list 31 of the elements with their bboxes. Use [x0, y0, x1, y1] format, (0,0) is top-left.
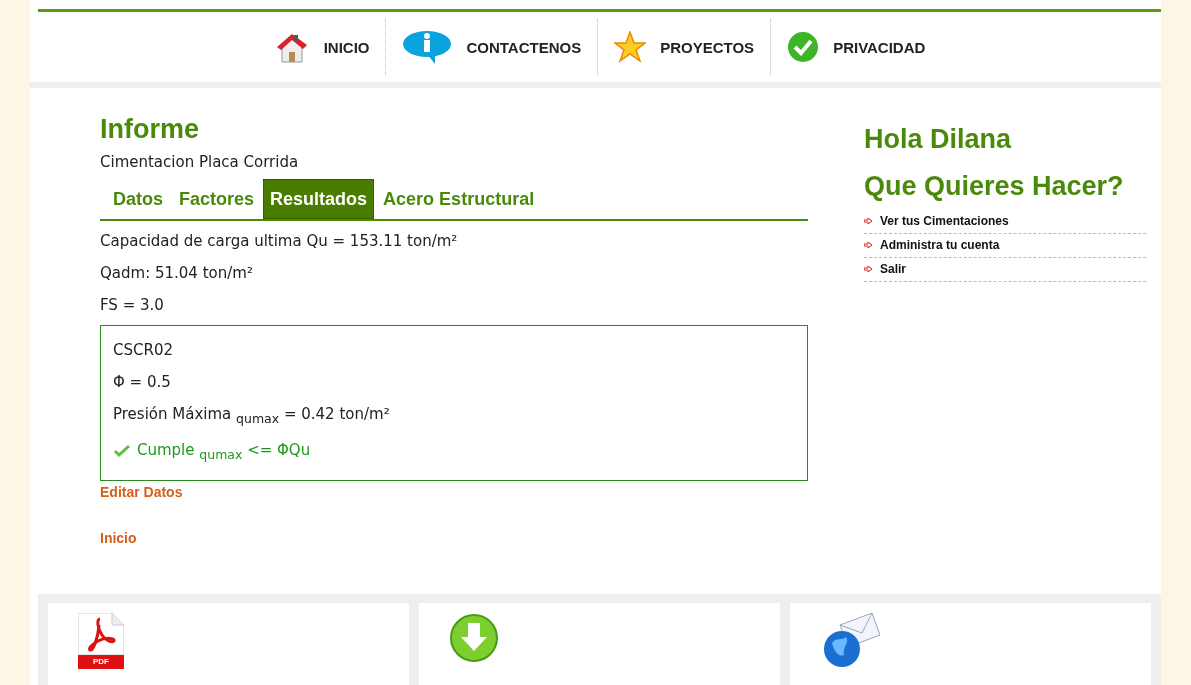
report-subtitle: Cimentacion Placa Corrida: [100, 153, 299, 171]
check-badge-icon: [787, 31, 820, 63]
sidebar-link[interactable]: Administra tu cuenta: [880, 238, 1000, 252]
tab[interactable]: Factores: [172, 179, 262, 219]
text-link[interactable]: Editar Datos: [100, 484, 183, 500]
page-title: Informe: [100, 114, 199, 145]
panel-text: Presión Máxima $_{qumax}$ = 0.42 ton/m²: [113, 404, 391, 428]
nav-link[interactable]: PRIVACIDAD: [770, 19, 942, 75]
result-text: Qadm: 51.04 ton/m²: [100, 263, 253, 284]
greeting-heading: Hola Dilana: [864, 124, 1013, 155]
result-text: FS = 3.0: [100, 295, 164, 316]
arrow-icon: [864, 242, 872, 248]
nav-link[interactable]: PROYECTOS: [597, 19, 771, 75]
arrow-icon: [864, 266, 872, 272]
result-text: Capacidad de carga ultima Qu = 153.11 ton/m²: [100, 231, 458, 252]
star-icon: [614, 31, 647, 63]
tab[interactable]: Resultados: [263, 179, 375, 219]
sidebar-link[interactable]: Salir: [880, 262, 906, 276]
verdict-text: Cumple $_{qumax}$ <= ΦQu: [137, 441, 311, 462]
panel-text: CSCR02: [113, 340, 174, 361]
text-link[interactable]: Inicio: [100, 530, 137, 546]
nav-link[interactable]: INICIO: [257, 19, 386, 75]
sidebar-link[interactable]: Ver tus Cimentaciones: [880, 214, 1009, 228]
info-bubble-icon: [402, 29, 453, 65]
panel-text: Φ = 0.5: [113, 372, 172, 393]
arrow-icon: [864, 218, 872, 224]
tab[interactable]: Datos: [106, 179, 170, 219]
tab[interactable]: Acero Estructural: [376, 179, 542, 219]
sidebar-heading: Que Quieres Hacer?: [864, 171, 1125, 202]
nav-link[interactable]: CONTACTENOS: [385, 19, 598, 75]
download-icon: [449, 613, 499, 663]
